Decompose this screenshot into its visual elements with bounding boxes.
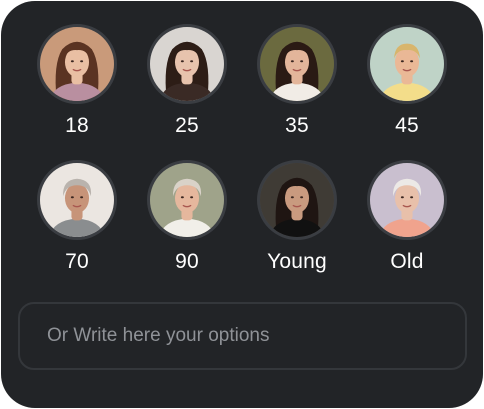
age-option-label: 90 [175,250,199,273]
age-option-old[interactable]: Old [352,160,462,274]
age-option-18[interactable]: 18 [22,24,132,138]
age-option-young[interactable]: Young [242,160,352,274]
age-options-panel: 18 25 35 45 70 90 Young Old [1,1,483,408]
age-option-35[interactable]: 35 [242,24,352,138]
portrait-avatar-woman-dark-hair-outdoor [257,24,337,104]
portrait-avatar-young-woman-dark-hair [257,160,337,240]
age-option-25[interactable]: 25 [132,24,242,138]
age-options-grid: 18 25 35 45 70 90 Young Old [1,24,483,274]
portrait-avatar-woman-dark-hair [147,24,227,104]
age-option-label: 25 [175,114,199,137]
age-option-90[interactable]: 90 [132,160,242,274]
portrait-avatar-elderly-woman-gray-short-hair [37,160,117,240]
age-option-label: Old [390,250,424,273]
age-option-label: 70 [65,250,89,273]
age-option-label: 45 [395,114,419,137]
portrait-avatar-elderly-woman-smiling [147,160,227,240]
age-option-70[interactable]: 70 [22,160,132,274]
age-option-label: 18 [65,114,89,137]
portrait-avatar-girl-long-brown-hair [37,24,117,104]
portrait-avatar-woman-blonde-smiling [367,24,447,104]
custom-option-input[interactable] [45,324,465,348]
portrait-avatar-elderly-woman-white-hair [367,160,447,240]
age-option-label: Young [267,250,327,273]
custom-option-field[interactable] [18,302,467,370]
age-option-label: 35 [285,114,309,137]
age-option-45[interactable]: 45 [352,24,462,138]
